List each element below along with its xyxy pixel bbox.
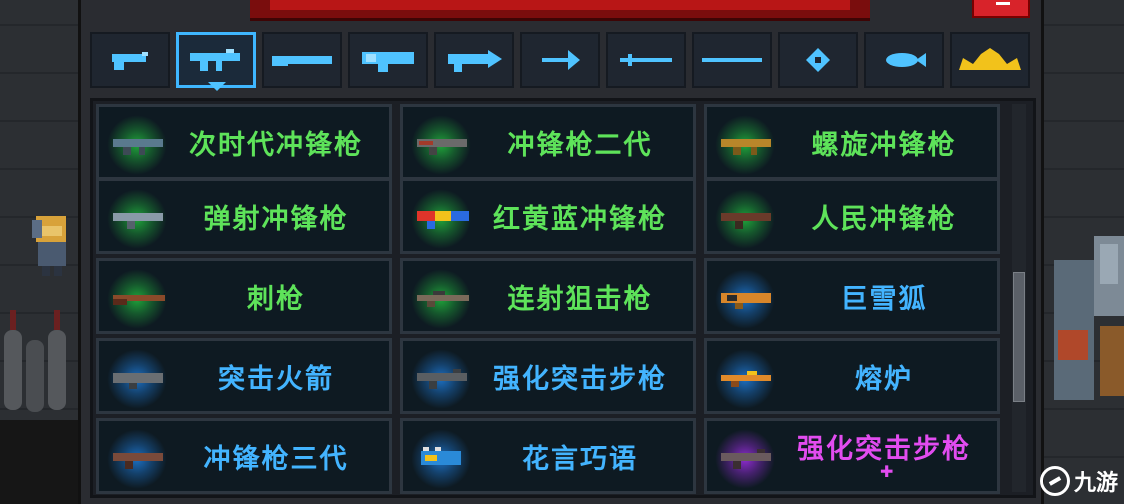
weapon-card[interactable]: 突击火箭 — [96, 338, 392, 414]
tab-bow[interactable] — [520, 32, 600, 88]
weapon-name: 突击火箭 — [218, 363, 334, 395]
weapon-name: 连射狙击枪 — [507, 283, 653, 315]
scrollbar-thumb[interactable] — [1013, 272, 1025, 402]
upgrade-plus-icon: ✚ — [880, 462, 894, 481]
weapon-card[interactable]: 冲锋枪二代 — [400, 104, 696, 180]
submachine-gun-icon — [190, 49, 240, 71]
weapon-name: 冲锋枪三代 — [203, 443, 349, 475]
tab-sword[interactable] — [606, 32, 686, 88]
pistol-icon — [112, 52, 148, 70]
weapon-sprite — [113, 139, 163, 155]
weapon-sprite — [113, 453, 163, 469]
weapon-name: 强化突击步枪 — [797, 434, 971, 465]
tab-shuriken[interactable] — [778, 32, 858, 88]
tab-shotgun[interactable] — [262, 32, 342, 88]
weapon-name: 螺旋冲锋枪 — [811, 129, 957, 161]
weapon-sprite — [417, 139, 467, 155]
crown-icon — [959, 48, 1021, 70]
weapon-name: 刺枪 — [247, 283, 305, 315]
weapon-card[interactable]: 人民冲锋枪 — [704, 178, 1000, 254]
shuriken-icon — [806, 48, 830, 72]
weapon-card[interactable]: 次时代冲锋枪 — [96, 104, 392, 180]
weapon-card[interactable]: 螺旋冲锋枪 — [704, 104, 1000, 180]
weapon-sprite — [721, 139, 771, 155]
weapon-card[interactable]: 连射狙击枪 — [400, 258, 696, 334]
fish-icon — [886, 53, 926, 67]
weapon-name: 弹射冲锋枪 — [203, 203, 349, 235]
tab-crown[interactable] — [950, 32, 1030, 88]
weapon-card[interactable]: 刺枪 — [96, 258, 392, 334]
selected-tab-indicator — [208, 82, 226, 91]
weapon-card[interactable]: 花言巧语 — [400, 418, 696, 494]
tab-laser-gun[interactable] — [434, 32, 514, 88]
tab-submachine-gun[interactable] — [176, 32, 256, 88]
weapon-sprite — [417, 369, 467, 389]
weapon-sprite — [417, 291, 469, 307]
weapon-card[interactable]: 强化突击步枪 — [400, 338, 696, 414]
weapon-name: 花言巧语 — [522, 443, 638, 475]
weapon-sprite — [721, 371, 771, 387]
staff-icon — [702, 58, 762, 62]
tab-pistol[interactable] — [90, 32, 170, 88]
weapon-sprite — [113, 295, 165, 305]
weapon-sprite — [417, 211, 469, 229]
background-floor — [0, 420, 80, 504]
weapon-card[interactable]: 巨雪狐 — [704, 258, 1000, 334]
weapon-name: 次时代冲锋枪 — [189, 129, 363, 161]
weapon-category-tabs — [90, 32, 1034, 88]
close-icon — [996, 2, 1010, 5]
gas-tanks-decoration — [4, 310, 66, 412]
weapon-name: 熔炉 — [855, 363, 913, 395]
weapon-sprite — [113, 373, 163, 389]
weapon-sprite — [113, 213, 163, 229]
weapon-name: 巨雪狐 — [840, 283, 928, 315]
tab-cannon[interactable] — [348, 32, 428, 88]
weapon-name: 人民冲锋枪 — [811, 203, 957, 235]
watermark: 九游 — [1040, 458, 1124, 504]
weapon-card[interactable]: 强化突击步枪 — [704, 418, 1000, 494]
panel-header-banner-inner — [270, 0, 850, 10]
sword-icon — [620, 54, 672, 66]
weapon-name: 冲锋枪二代 — [507, 129, 653, 161]
cannon-icon — [362, 52, 414, 72]
weapon-card[interactable]: 弹射冲锋枪 — [96, 178, 392, 254]
tab-fish[interactable] — [864, 32, 944, 88]
shotgun-icon — [272, 56, 332, 66]
weapon-card[interactable]: 红黄蓝冲锋枪 — [400, 178, 696, 254]
weapon-name: 强化突击步枪 — [493, 363, 667, 395]
weapon-sprite — [421, 447, 461, 465]
bow-icon — [542, 50, 580, 70]
weapon-sprite — [721, 213, 771, 229]
weapon-sprite — [721, 293, 771, 309]
weapon-name: 红黄蓝冲锋枪 — [493, 203, 667, 235]
close-button[interactable] — [972, 0, 1030, 18]
machine-decoration — [1054, 236, 1124, 400]
weapon-sprite — [721, 449, 771, 469]
weapon-card[interactable]: 熔炉 — [704, 338, 1000, 414]
watermark-text: 九游 — [1074, 471, 1119, 496]
player-character — [32, 216, 66, 276]
laser-gun-icon — [448, 50, 502, 72]
weapon-card[interactable]: 冲锋枪三代 — [96, 418, 392, 494]
watermark-logo-icon — [1040, 466, 1070, 496]
tab-staff[interactable] — [692, 32, 772, 88]
